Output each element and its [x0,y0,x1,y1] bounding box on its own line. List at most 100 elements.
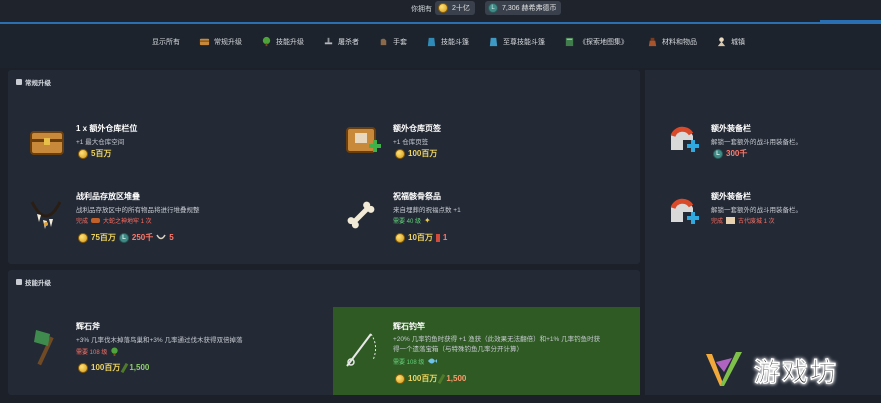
log-icon [438,373,446,384]
chest-icon [199,38,210,46]
filter-atlas[interactable]: 《探索地图集》 [564,36,628,47]
gold-amount: 2十亿 [452,5,470,12]
item-price: 10百万 1 [395,232,447,243]
bag-icon [648,37,657,47]
item-price: 5百万 [78,148,111,159]
lock-icon [16,279,22,285]
filter-label: 技能斗篷 [441,38,469,46]
mesh-coin-icon: L [488,3,498,13]
filter-label: 至尊技能斗篷 [503,38,545,46]
filter-label: 技能升级 [276,38,304,46]
filter-label: 屠杀者 [338,38,359,46]
item-desc: 得一个遗落宝箱（与特殊钓鱼几率分开计算） [393,346,523,353]
filter-list: 显示所有 常规升级 技能升级 屠杀者 手套 技能斗篷 至尊技能斗篷 《探索地图集… [152,36,764,47]
gold-coin-icon [395,232,405,243]
mesh-amount: 7,306 赫希弗德币 [502,5,557,12]
item-name: 额外装备栏 [711,124,751,133]
section-title: 技能升级 [16,277,51,287]
item-name: 额外仓库页签 [393,124,441,133]
filter-label: 城镇 [731,38,745,46]
item-desc: +1 最大仓库空间 [76,139,125,146]
gold-coin-icon [395,373,405,384]
item-name: 战利品存放区堆叠 [76,192,140,201]
filter-general[interactable]: 常规升级 [199,36,242,47]
logo-mark-icon [706,352,742,386]
filter-show-all[interactable]: 显示所有 [152,37,180,47]
item-desc: 来自埋葬的祝福点数 +1 [393,207,461,214]
filter-materials[interactable]: 材料和物品 [647,36,697,47]
sparkle-icon: ✦ [424,216,431,225]
item-desc: +3% 几率伐木掉落鸟巢和+3% 几率通过伐木获得双倍掉落 [76,337,243,344]
section-title: 常规升级 [16,77,51,87]
helmet-plus-icon [670,198,699,224]
filter-skill-capes[interactable]: 技能斗篷 [426,36,469,47]
filter-label: 《探索地图集》 [579,38,628,46]
bone-icon [347,201,375,229]
filter-label: 材料和物品 [662,38,697,46]
filter-gloves[interactable]: 手套 [378,36,407,47]
filter-slayer[interactable]: 屠杀者 [323,36,359,47]
helmet-plus-icon [670,126,699,152]
item-requirement: 完成 大蛇之神地牢 1 次 [76,218,152,225]
filter-superior-capes[interactable]: 至尊技能斗篷 [488,36,545,47]
axe-icon [34,330,54,366]
filter-label: 常规升级 [214,38,242,46]
item-requirement: 需要 108 级 [393,356,438,366]
filter-label: 显示所有 [152,38,180,46]
item-requirement: 需要 40 级 ✦ [393,216,431,225]
tree-icon [111,347,119,356]
mesh-balance: L 7,306 赫希弗德币 [485,1,562,15]
item-desc: 解锁一套额外的战斗用装备栏。 [711,139,802,146]
fishing-rod-icon [346,333,377,367]
treasure-chest-icon [30,131,64,155]
anvil-icon [324,37,333,45]
fang-necklace-icon [30,201,62,229]
gold-coin-icon [395,148,405,159]
item-desc: 解锁一套额外的战斗用装备栏。 [711,207,802,214]
item-name: 辉石斧 [76,322,100,331]
cape-icon [489,37,498,47]
item-name: 1 x 额外仓库栏位 [76,124,138,133]
accent-line [820,20,881,22]
watermark-text: 游戏坊 [754,357,839,388]
item-desc: +1 仓库页签 [393,139,429,146]
item-requirement: 需要 108 级 [76,347,119,356]
book-icon [565,37,574,47]
ruins-icon [726,217,736,224]
item-price: L 300千 [713,148,747,159]
top-bar: 你拥有 2十亿 L 7,306 赫希弗德币 [0,0,881,24]
mesh-coin-icon: L [713,148,723,159]
gold-coin-icon [78,232,88,243]
item-price: 100百万 [395,148,437,159]
gold-coin-icon [438,3,448,13]
tree-icon [262,36,271,47]
lock-icon [16,79,22,85]
prayer-icon [435,233,440,242]
chest-plus-icon [346,127,381,153]
item-price: 100百万 1,500 [395,373,466,384]
fang-icon [156,234,166,239]
filter-skills[interactable]: 技能升级 [261,36,304,47]
item-name: 辉石钓竿 [393,322,425,331]
filter-label: 手套 [393,38,407,46]
mesh-coin-icon: L [118,232,129,243]
gold-coin-icon [78,362,88,373]
item-name: 额外装备栏 [711,192,751,201]
watermark-logo: 游戏坊 [702,345,867,395]
item-requirement: 完成 古代废城 1 次 [711,217,775,225]
serpent-icon [91,218,101,223]
cape-icon [427,37,436,47]
town-icon [717,37,726,47]
item-desc: 战利品存放区中的所有物品将进行堆叠规整 [76,207,200,214]
item-price: 100百万 1,500 [78,362,149,373]
item-name: 祝福骸骨祭品 [393,192,441,201]
glove-icon [380,38,387,46]
fish-icon [428,358,438,364]
filter-town[interactable]: 城镇 [716,36,745,47]
log-icon [121,362,129,373]
item-price: 75百万 L 250千 5 [78,232,174,243]
owned-label: 你拥有 [411,6,432,13]
gold-coin-icon [78,148,88,159]
item-desc: +20% 几率钓鱼时获得 +1 渔获（此效果无法翻倍）和+1% 几率钓鱼时获 [393,336,601,343]
gold-balance: 2十亿 [435,1,475,15]
